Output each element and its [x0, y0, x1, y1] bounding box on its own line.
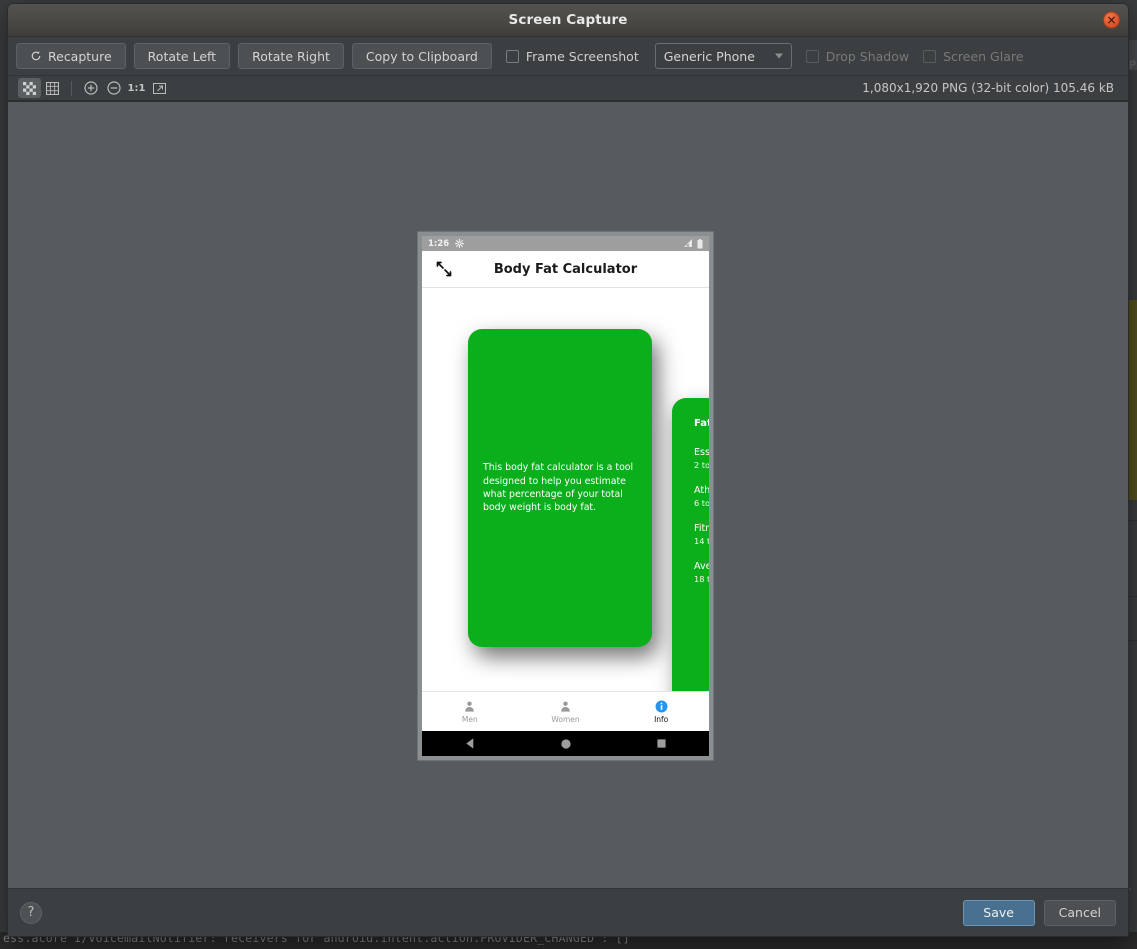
transparency-checker-icon[interactable]: [18, 78, 41, 98]
collapse-arrows-icon[interactable]: [434, 259, 454, 279]
fit-to-window-icon[interactable]: [148, 78, 171, 98]
dialog-title: Screen Capture: [509, 12, 628, 28]
info-card-description[interactable]: This body fat calculator is a tool desig…: [468, 329, 652, 647]
fat-category-range: 2 to: [694, 460, 709, 470]
view-toolbar: 1:1 1,080x1,920 PNG (32-bit color) 105.4…: [8, 75, 1128, 101]
signal-icon: [683, 239, 693, 248]
screen-glare-label: Screen Glare: [943, 49, 1023, 64]
recapture-label: Recapture: [48, 49, 112, 64]
copy-to-clipboard-label: Copy to Clipboard: [366, 49, 478, 64]
status-indicators: [683, 239, 703, 249]
zoom-in-icon[interactable]: [79, 78, 102, 98]
refresh-icon: [30, 50, 42, 62]
gear-icon: [455, 239, 464, 248]
nav-item-info[interactable]: Info: [613, 692, 709, 731]
fat-category-label: Ess: [694, 447, 709, 458]
frame-screenshot-checkbox[interactable]: Frame Screenshot: [506, 49, 639, 64]
android-system-bar: [422, 731, 709, 756]
rotate-left-button[interactable]: Rotate Left: [134, 43, 230, 69]
image-info-label: 1,080x1,920 PNG (32-bit color) 105.46 kB: [862, 81, 1118, 95]
nav-item-men[interactable]: Men: [422, 692, 518, 731]
info-cards-container: This body fat calculator is a tool desig…: [422, 288, 709, 691]
checkbox-box-icon: [923, 50, 936, 63]
chevron-down-icon: [775, 54, 783, 59]
nav-label-women: Women: [551, 715, 579, 724]
recapture-button[interactable]: Recapture: [16, 43, 126, 69]
device-frame-select[interactable]: Generic Phone: [655, 43, 792, 69]
save-button[interactable]: Save: [963, 900, 1035, 926]
bottom-navigation: Men Women: [422, 691, 709, 731]
zoom-actual-size-icon[interactable]: 1:1: [125, 78, 148, 98]
footer-actions: Save Cancel: [963, 900, 1116, 926]
phone-frame: 1:26: [417, 231, 714, 761]
zoom-actual-size-label: 1:1: [128, 83, 146, 94]
screen-capture-dialog: Screen Capture Recapture Rotate Left Rot…: [7, 3, 1129, 937]
capture-toolbar: Recapture Rotate Left Rotate Right Copy …: [8, 37, 1128, 75]
phone-screen: 1:26: [422, 236, 709, 756]
fat-category-range: 14 t: [694, 536, 709, 546]
fat-category-label: Fitn: [694, 523, 709, 534]
fat-category-row: Ave 18 t: [694, 561, 709, 584]
nav-label-info: Info: [654, 715, 668, 724]
toolbar-divider: [71, 81, 72, 96]
cancel-button[interactable]: Cancel: [1044, 900, 1116, 926]
fat-category-row: Fitn 14 t: [694, 523, 709, 546]
fat-category-range: 6 to: [694, 498, 709, 508]
battery-icon: [697, 239, 703, 249]
rotate-right-button[interactable]: Rotate Right: [238, 43, 344, 69]
close-icon[interactable]: [1103, 12, 1120, 29]
checkbox-box-icon: [806, 50, 819, 63]
help-button[interactable]: ?: [20, 902, 42, 924]
home-circle-icon[interactable]: [560, 738, 572, 750]
fat-category-range: 18 t: [694, 574, 709, 584]
recents-square-icon[interactable]: [656, 738, 667, 749]
rotate-right-label: Rotate Right: [252, 49, 330, 64]
fat-categories-heading: Fat: [694, 418, 709, 429]
info-card-fat-categories[interactable]: Fat Ess 2 to Ath 6 to Fitn 14 t: [672, 398, 709, 691]
android-status-bar: 1:26: [422, 236, 709, 251]
frame-screenshot-label: Frame Screenshot: [526, 49, 639, 64]
app-bar: Body Fat Calculator: [422, 251, 709, 288]
back-triangle-icon[interactable]: [464, 737, 477, 750]
status-time: 1:26: [428, 239, 449, 249]
person-icon: [463, 700, 476, 713]
nav-item-women[interactable]: Women: [518, 692, 614, 731]
fat-category-label: Ath: [694, 485, 709, 496]
screen-glare-checkbox[interactable]: Screen Glare: [923, 49, 1023, 64]
info-card-description-text: This body fat calculator is a tool desig…: [468, 461, 652, 514]
drop-shadow-checkbox[interactable]: Drop Shadow: [806, 49, 909, 64]
nav-label-men: Men: [462, 715, 478, 724]
grid-icon[interactable]: [41, 78, 64, 98]
drop-shadow-label: Drop Shadow: [826, 49, 909, 64]
device-frame-value: Generic Phone: [664, 49, 755, 64]
dialog-titlebar: Screen Capture: [8, 4, 1128, 37]
fat-category-label: Ave: [694, 561, 709, 572]
info-icon: [655, 700, 668, 713]
screenshot-canvas[interactable]: 1:26: [8, 101, 1128, 888]
fat-category-row: Ath 6 to: [694, 485, 709, 508]
zoom-out-icon[interactable]: [102, 78, 125, 98]
checkbox-box-icon: [506, 50, 519, 63]
dialog-footer: ? Save Cancel: [8, 888, 1128, 936]
person-icon: [559, 700, 572, 713]
rotate-left-label: Rotate Left: [148, 49, 216, 64]
fat-category-row: Ess 2 to: [694, 447, 709, 470]
page-title: Body Fat Calculator: [422, 262, 709, 277]
copy-to-clipboard-button[interactable]: Copy to Clipboard: [352, 43, 492, 69]
